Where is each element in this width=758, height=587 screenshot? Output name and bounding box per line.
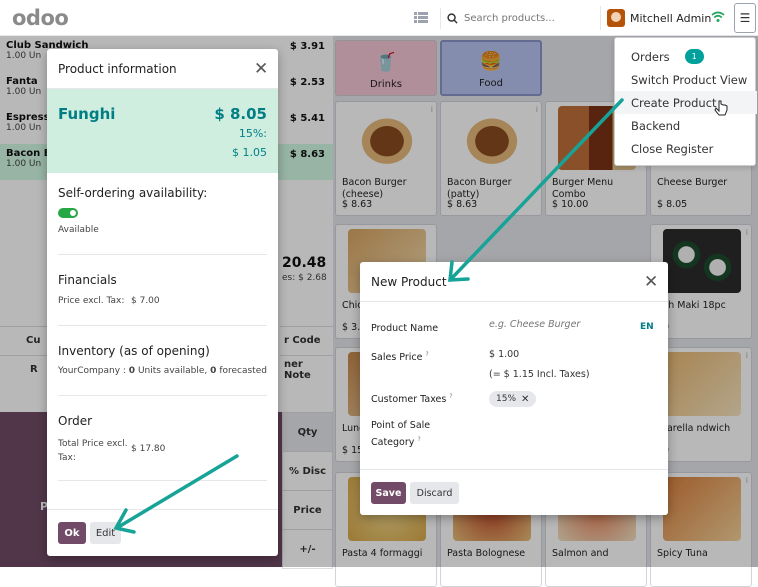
numpad-price[interactable]: Price xyxy=(282,490,333,530)
divider xyxy=(47,509,278,510)
hamburger-menu-button[interactable]: ☰ xyxy=(734,3,756,33)
edit-button[interactable]: Edit xyxy=(90,522,121,544)
tax-percent: 15%: xyxy=(238,127,267,140)
dialog-title: Product information xyxy=(58,62,177,76)
divider xyxy=(58,325,267,326)
avatar xyxy=(607,9,625,27)
dialog-title: New Product xyxy=(371,275,447,289)
food-icon: 🍔 xyxy=(479,51,503,72)
new-product-dialog: New Product ✕ Product Name EN Sales Pric… xyxy=(360,262,668,515)
product-search[interactable] xyxy=(440,8,590,29)
divider xyxy=(58,254,267,255)
close-icon[interactable]: ✕ xyxy=(254,61,268,78)
price-excl-label: Price excl. Tax: xyxy=(58,296,125,306)
dialog-header: Product information ✕ xyxy=(47,49,278,89)
sales-price-input[interactable]: $ 1.00 xyxy=(489,349,519,360)
customer-button[interactable]: Cu xyxy=(0,326,50,354)
close-icon[interactable]: ✕ xyxy=(644,274,658,291)
incl-taxes-text: (= $ 1.15 Incl. Taxes) xyxy=(489,369,590,380)
customer-taxes-label: Customer Taxes ? xyxy=(371,393,453,406)
pos-category-label: Point of Sale Category ? xyxy=(371,420,431,449)
list-view-icon[interactable] xyxy=(414,11,428,24)
category-drinks[interactable]: 🥤 Drinks xyxy=(335,40,437,96)
tax-tag[interactable]: 15% ✕ xyxy=(489,391,537,407)
info-icon[interactable]: i xyxy=(746,351,748,360)
numpad-qty[interactable]: Qty xyxy=(282,412,333,452)
product-name-input[interactable] xyxy=(489,319,629,330)
category-food[interactable]: 🍔 Food xyxy=(440,40,542,96)
product-image xyxy=(663,352,741,416)
menu-item-close-register[interactable]: Close Register xyxy=(615,137,757,160)
sales-price-label: Sales Price ? xyxy=(371,351,429,364)
product-card[interactable]: i Bacon Burger (patty) $ 8.63 xyxy=(440,101,542,216)
menu-item-orders[interactable]: Orders 1 xyxy=(615,45,757,68)
user-name: Mitchell Admin xyxy=(630,11,712,25)
price-excl-value: $ 7.00 xyxy=(131,296,160,306)
user-menu[interactable]: Mitchell Admin xyxy=(600,6,711,30)
search-icon xyxy=(447,13,458,24)
product-card[interactable]: i Bacon Burger (cheese) $ 8.63 xyxy=(335,101,437,216)
menu-item-backend[interactable]: Backend xyxy=(615,114,757,137)
save-button[interactable]: Save xyxy=(371,482,406,504)
product-price: $ 8.05 xyxy=(214,105,267,123)
total-price-label: Total Price excl. Tax: xyxy=(58,439,128,463)
help-icon: ? xyxy=(449,393,453,400)
order-title: Order xyxy=(58,414,93,428)
numpad-plus-minus[interactable]: +/- xyxy=(282,529,333,569)
self-order-title: Self-ordering availability: xyxy=(58,186,208,200)
inventory-title: Inventory (as of opening) xyxy=(58,344,210,358)
product-image xyxy=(348,106,426,170)
remove-tag-icon[interactable]: ✕ xyxy=(521,394,529,405)
divider xyxy=(58,480,267,481)
note-button[interactable]: ner Note xyxy=(280,355,333,383)
search-input[interactable] xyxy=(464,13,584,24)
wifi-icon xyxy=(711,11,725,22)
product-image xyxy=(453,106,531,170)
product-name-label: Product Name xyxy=(371,323,439,334)
order-taxes: es: $ 2.68 xyxy=(282,273,327,283)
hamburger-icon: ☰ xyxy=(739,11,751,25)
info-icon[interactable]: i xyxy=(431,105,433,114)
orders-count-badge: 1 xyxy=(684,49,704,64)
divider xyxy=(360,469,668,470)
product-image xyxy=(663,477,741,541)
dialog-header: New Product ✕ xyxy=(360,262,668,302)
top-bar: odoo Mitchell Admin ☰ xyxy=(0,0,758,36)
availability-toggle[interactable] xyxy=(58,208,78,218)
total-price-value: $ 17.80 xyxy=(131,444,166,454)
financials-title: Financials xyxy=(58,273,117,287)
help-icon: ? xyxy=(425,351,429,358)
numpad-disc[interactable]: % Disc xyxy=(282,451,333,491)
odoo-logo: odoo xyxy=(12,6,69,30)
language-button[interactable]: EN xyxy=(640,322,654,332)
product-information-dialog: Product information ✕ Funghi $ 8.05 15%:… xyxy=(47,49,278,556)
divider xyxy=(58,395,267,396)
glass-icon: 🥤 xyxy=(374,52,398,73)
product-summary: Funghi $ 8.05 15%: $ 1.05 xyxy=(47,89,278,173)
refund-button[interactable]: R xyxy=(0,355,50,383)
inventory-line: YourCompany : 0 Units available, 0 forec… xyxy=(58,366,267,376)
menu-item-switch-view[interactable]: Switch Product View xyxy=(615,68,757,91)
help-icon: ? xyxy=(417,436,421,443)
menu-item-create-product[interactable]: Create Product xyxy=(615,91,757,114)
main-menu-dropdown: Orders 1 Switch Product View Create Produ… xyxy=(614,37,757,166)
code-button[interactable]: r Code xyxy=(280,326,333,354)
product-name: Funghi xyxy=(58,105,116,123)
product-image xyxy=(663,229,741,293)
available-label: Available xyxy=(58,225,99,235)
tax-amount: $ 1.05 xyxy=(232,146,267,159)
info-icon[interactable]: i xyxy=(536,105,538,114)
order-total: 20.48 xyxy=(282,255,327,271)
discard-button[interactable]: Discard xyxy=(410,482,459,504)
info-icon[interactable]: i xyxy=(746,476,748,485)
info-icon[interactable]: i xyxy=(746,228,748,237)
ok-button[interactable]: Ok xyxy=(58,522,86,544)
